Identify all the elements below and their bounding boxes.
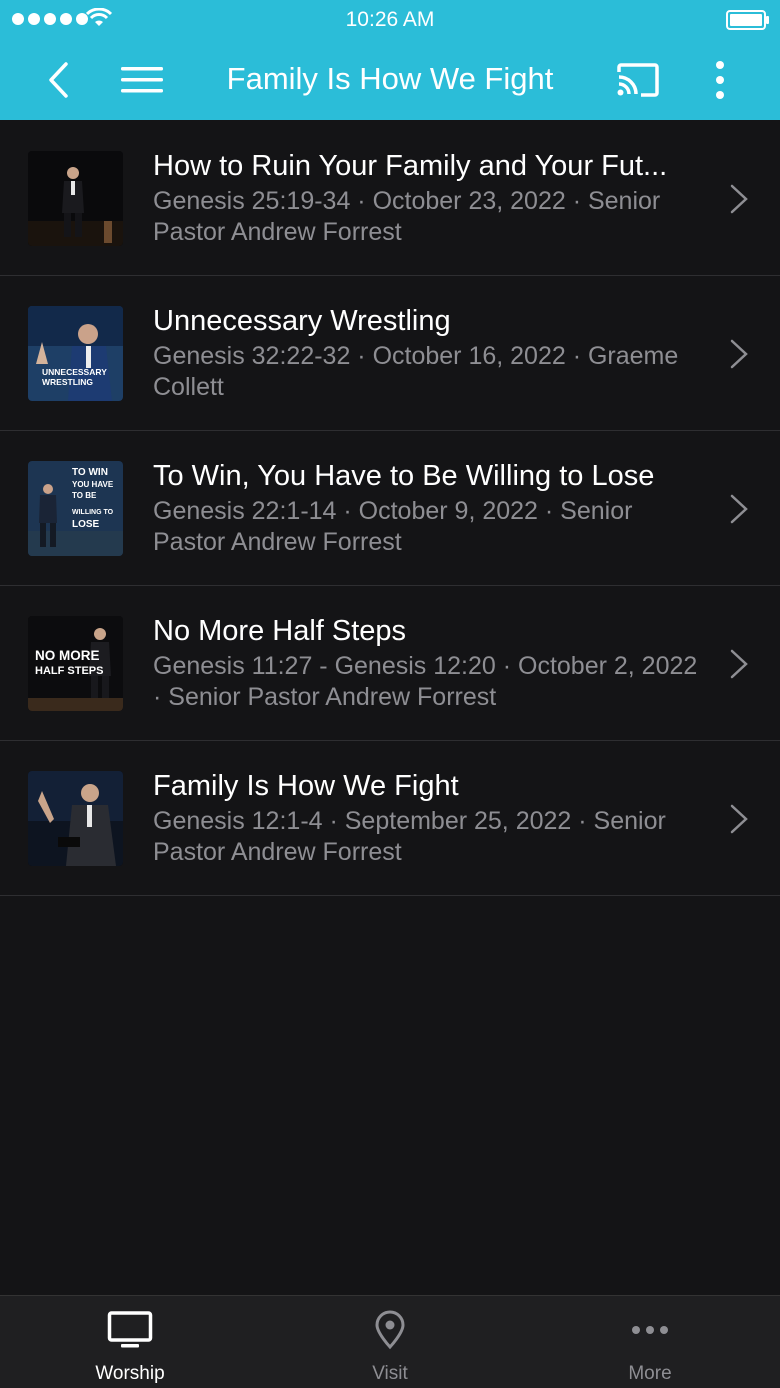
tab-label: More <box>628 1363 672 1384</box>
tab-label: Visit <box>372 1363 408 1384</box>
chevron-left-icon <box>49 62 68 98</box>
tab-more[interactable]: More <box>520 1296 780 1388</box>
chevron-right-icon <box>730 339 748 369</box>
sermon-title: Family Is How We Fight <box>153 770 459 802</box>
cast-icon <box>617 63 659 97</box>
menu-button[interactable] <box>118 58 166 102</box>
sermon-thumbnail <box>28 151 123 246</box>
thumbnail-text: NO MORE <box>35 648 100 663</box>
thumbnail-text: YOU HAVE <box>72 480 114 489</box>
page-title: Family Is How We Fight <box>226 61 554 96</box>
chevron-right-icon <box>730 494 748 524</box>
battery-icon <box>726 10 769 30</box>
navigation-bar: Family Is How We Fight <box>0 40 780 120</box>
sermon-title: Unnecessary Wrestling <box>153 305 451 337</box>
thumbnail-text: HALF STEPS <box>35 665 103 677</box>
sermon-details: Genesis 12:1-4 · September 25, 2022 · Se… <box>153 807 666 866</box>
chevron-right-icon <box>730 649 748 679</box>
sermon-details: Genesis 32:22-32 · October 16, 2022 · Gr… <box>153 342 679 401</box>
chevron-right-icon <box>730 804 748 834</box>
cast-button[interactable] <box>612 58 664 102</box>
sermon-row[interactable]: NO MORE HALF STEPS No More Half Steps Ge… <box>0 586 780 741</box>
ellipsis-icon <box>632 1326 668 1334</box>
sermon-title: How to Ruin Your Family and Your Fut... <box>153 150 668 182</box>
tv-icon <box>107 1311 153 1348</box>
thumbnail-text: WRESTLING <box>42 377 93 387</box>
sermon-details: Genesis 22:1-14 · October 9, 2022 · Seni… <box>153 497 633 556</box>
overflow-menu-button[interactable] <box>700 58 740 102</box>
sermon-details: Genesis 25:19-34 · October 23, 2022 · Se… <box>153 187 661 246</box>
tab-label: Worship <box>95 1363 165 1384</box>
sermon-thumbnail: NO MORE HALF STEPS <box>28 616 123 711</box>
thumbnail-text: LOSE <box>72 519 100 530</box>
sermon-thumbnail <box>28 771 123 866</box>
sermon-row[interactable]: Family Is How We Fight Genesis 12:1-4 · … <box>0 741 780 896</box>
sermon-row[interactable]: TO WIN YOU HAVE TO BE WILLING TO LOSE To… <box>0 431 780 586</box>
sermon-title: No More Half Steps <box>153 615 407 647</box>
sermon-thumbnail: TO WIN YOU HAVE TO BE WILLING TO LOSE <box>28 461 123 556</box>
thumbnail-text: WILLING TO <box>72 509 114 516</box>
thumbnail-text: UNNECESSARY <box>42 367 107 377</box>
sermon-details: Genesis 11:27 - Genesis 12:20 · October … <box>153 652 698 711</box>
tab-worship[interactable]: Worship <box>0 1296 260 1388</box>
sermon-row[interactable]: How to Ruin Your Family and Your Fut... … <box>0 121 780 276</box>
status-time: 10:26 AM <box>345 8 435 31</box>
sermon-title: To Win, You Have to Be Willing to Lose <box>153 460 655 492</box>
status-bar: 10:26 AM <box>0 0 780 40</box>
back-button[interactable] <box>36 58 80 102</box>
chevron-right-icon <box>730 184 748 214</box>
sermon-thumbnail: UNNECESSARY WRESTLING <box>28 306 123 401</box>
vertical-ellipsis-icon <box>716 61 724 99</box>
tab-bar: Worship Visit More <box>0 1295 780 1388</box>
thumbnail-text: TO WIN <box>72 467 108 478</box>
tab-visit[interactable]: Visit <box>260 1296 520 1388</box>
thumbnail-text: TO BE <box>72 491 97 500</box>
hamburger-menu-icon <box>121 67 163 93</box>
sermon-row[interactable]: UNNECESSARY WRESTLING Unnecessary Wrestl… <box>0 276 780 431</box>
sermon-list: How to Ruin Your Family and Your Fut... … <box>0 121 780 896</box>
map-pin-icon <box>375 1310 405 1350</box>
